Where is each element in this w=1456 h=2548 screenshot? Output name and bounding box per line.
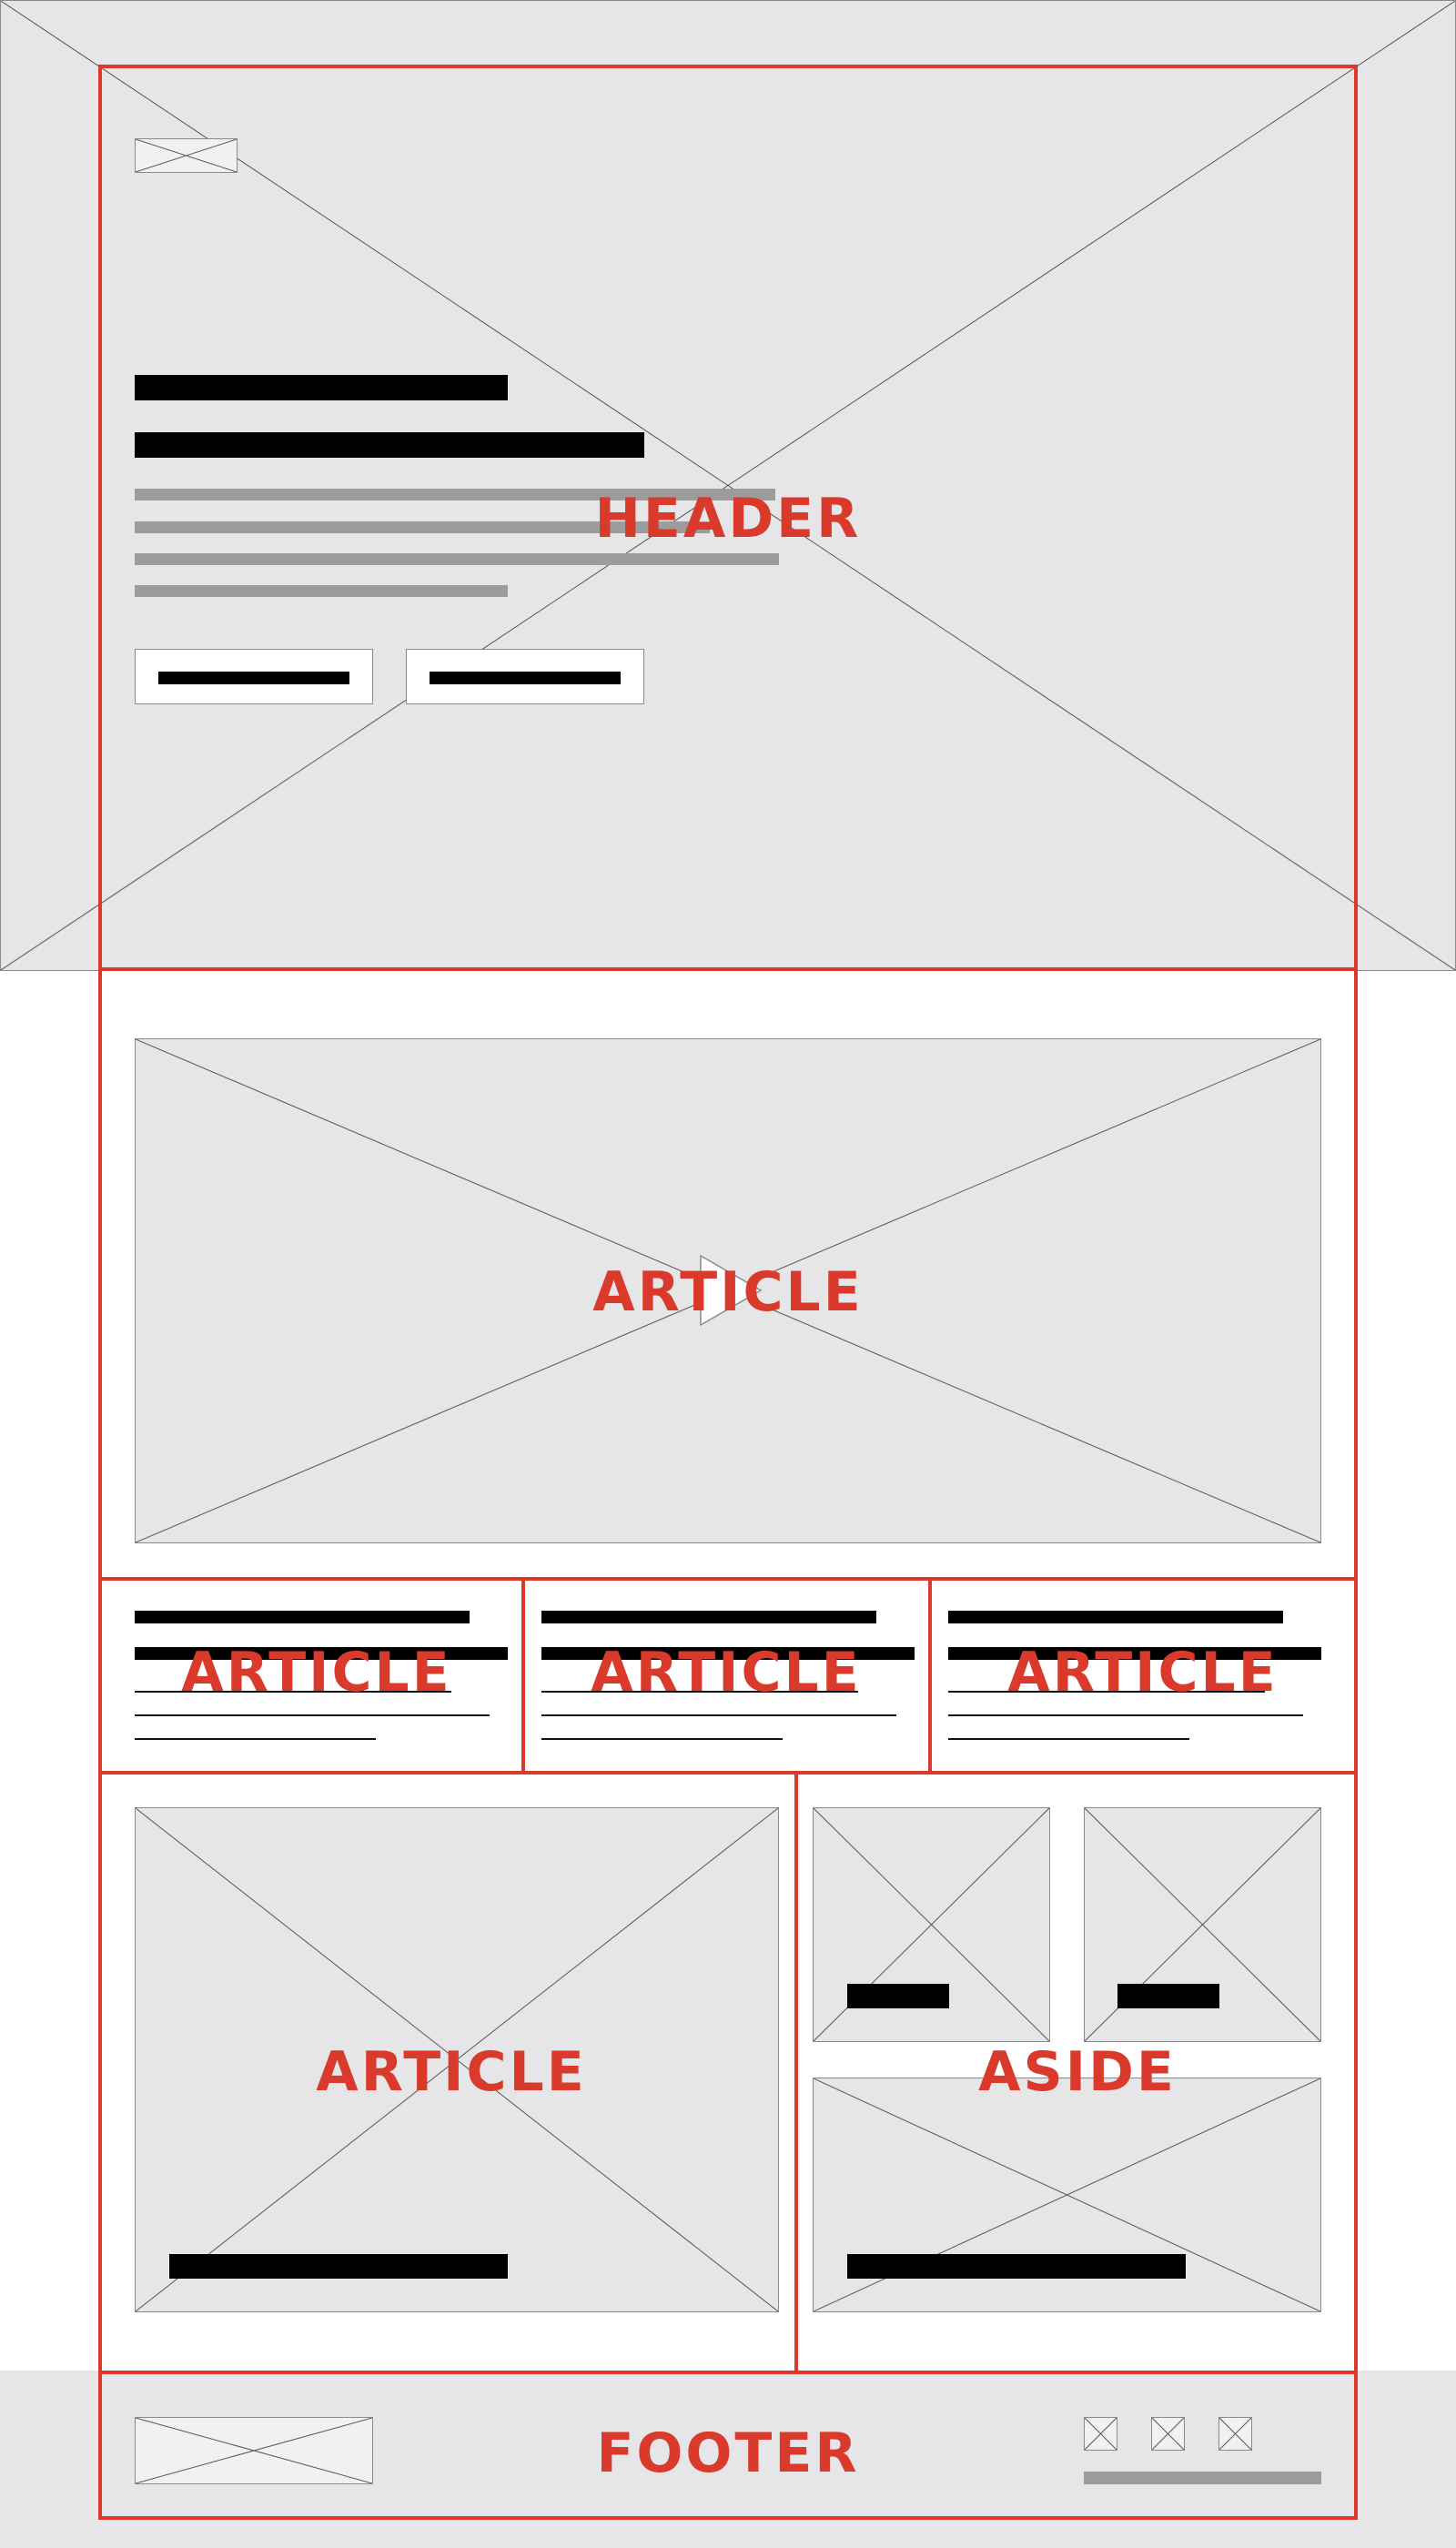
article-feature-label: ARTICLE	[316, 2040, 587, 2104]
header-label: HEADER	[594, 487, 862, 551]
article-card-2-label: ARTICLE	[591, 1641, 862, 1704]
footer-label: FOOTER	[596, 2422, 860, 2485]
aside-label: ASIDE	[978, 2040, 1177, 2104]
article-video-label: ARTICLE	[592, 1260, 864, 1324]
article-card-1-label: ARTICLE	[181, 1641, 452, 1704]
article-card-3-label: ARTICLE	[1007, 1641, 1279, 1704]
